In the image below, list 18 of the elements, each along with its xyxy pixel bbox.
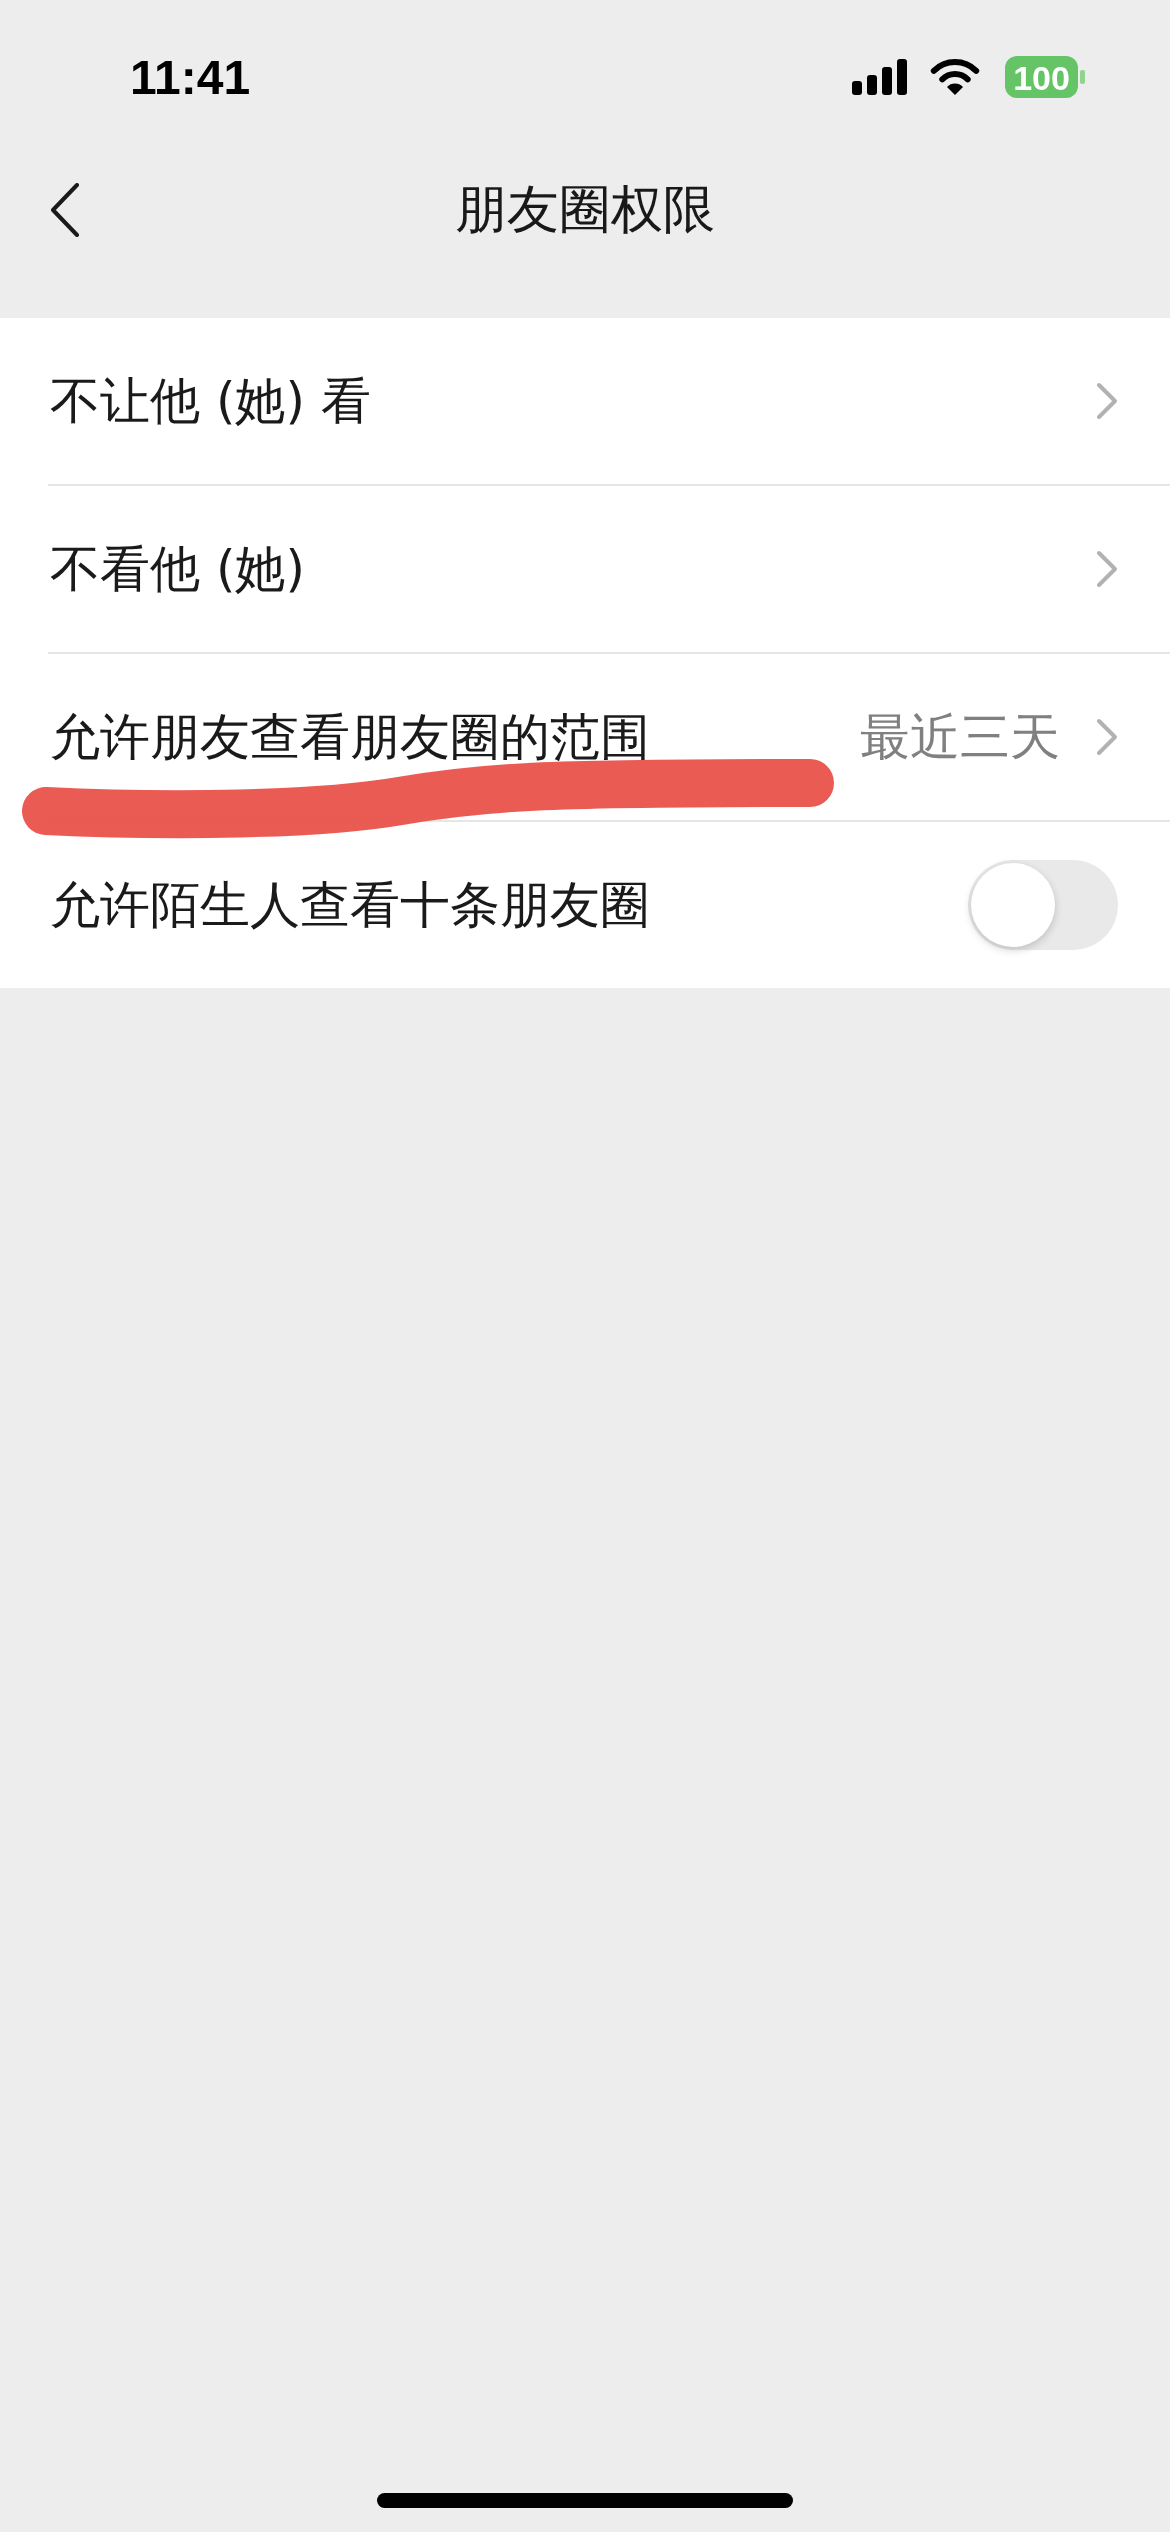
row-label: 允许朋友查看朋友圈的范围 [50,706,651,768]
battery-indicator: 100 [1005,56,1085,98]
status-time: 11:41 [130,49,251,105]
page-title: 朋友圈权限 [455,178,715,241]
chevron-right-icon [1096,718,1118,756]
signal-icon [852,59,908,95]
back-button[interactable] [50,183,80,237]
chevron-right-icon [1096,382,1118,420]
settings-row[interactable]: 不看他 (她) [48,486,1170,652]
row-value: 最近三天 [860,706,1060,768]
row-label: 允许陌生人查看十条朋友圈 [50,874,651,936]
settings-row[interactable]: 不让他 (她) 看 [48,318,1170,484]
chevron-left-icon [50,183,80,237]
wifi-icon [930,58,980,96]
row-label: 不让他 (她) 看 [50,370,372,432]
settings-row[interactable]: 允许朋友查看朋友圈的范围 最近三天 [48,654,1170,820]
chevron-right-icon [1096,550,1118,588]
row-label: 不看他 (她) [50,538,306,600]
